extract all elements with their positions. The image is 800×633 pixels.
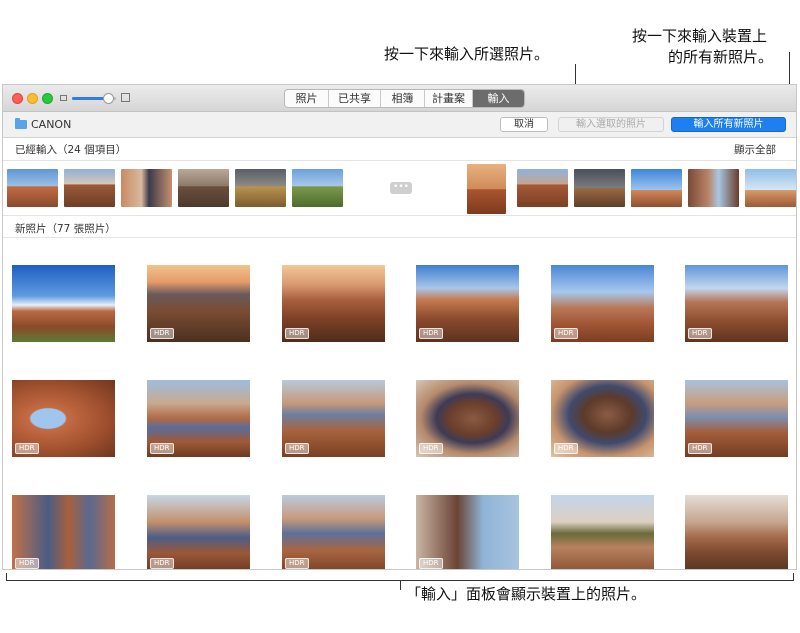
hdr-badge: HDR <box>15 558 39 569</box>
already-imported-heading: 已經輸入（24 個項目） <box>15 144 127 156</box>
photo-thumbnail[interactable]: HDR <box>282 380 385 457</box>
hdr-badge: HDR <box>285 558 309 569</box>
callout-import-all-line2: 的所有新照片。 <box>668 48 774 66</box>
hdr-badge: HDR <box>688 443 712 454</box>
callout-import-selected: 按一下來輸入所選照片。 <box>384 45 550 63</box>
photo-thumbnail[interactable]: HDR <box>685 265 788 342</box>
zoom-out-icon <box>60 95 67 101</box>
hdr-badge: HDR <box>285 328 309 339</box>
imported-thumbnail[interactable] <box>178 169 229 207</box>
hdr-badge: HDR <box>150 443 174 454</box>
tab-photos[interactable]: 照片 <box>285 90 329 107</box>
tab-import[interactable]: 輸入 <box>473 90 524 107</box>
import-selected-button[interactable]: 輸入選取的照片 <box>558 117 664 132</box>
section-divider <box>3 237 796 238</box>
import-toolbar: CANON 取消 輸入選取的照片 輸入所有新照片 <box>3 112 796 138</box>
hdr-badge: HDR <box>150 328 174 339</box>
imported-thumbnail[interactable] <box>292 169 343 207</box>
hdr-badge: HDR <box>554 443 578 454</box>
panel-bracket-tick <box>400 580 401 590</box>
hdr-badge: HDR <box>688 328 712 339</box>
title-bar: 照片 已共享 相簿 計畫案 輸入 <box>3 85 796 112</box>
already-imported-strip: ••• <box>3 160 796 216</box>
hdr-badge: HDR <box>15 443 39 454</box>
photo-thumbnail[interactable]: HDR <box>282 265 385 342</box>
show-all-link[interactable]: 顯示全部 <box>734 142 776 157</box>
photo-thumbnail[interactable] <box>551 495 654 569</box>
tab-albums[interactable]: 相簿 <box>381 90 425 107</box>
new-photos-heading: 新照片（77 張照片） <box>15 223 116 235</box>
imported-thumbnail[interactable] <box>688 169 739 207</box>
photo-thumbnail[interactable]: HDR <box>147 495 250 569</box>
ellipsis-icon[interactable]: ••• <box>390 182 412 194</box>
photo-thumbnail[interactable]: HDR <box>551 380 654 457</box>
zoom-slider-knob[interactable] <box>103 93 114 104</box>
imported-thumbnail[interactable] <box>574 169 625 207</box>
hdr-badge: HDR <box>419 558 443 569</box>
imported-thumbnail[interactable] <box>631 169 682 207</box>
hdr-badge: HDR <box>150 558 174 569</box>
hdr-badge: HDR <box>419 328 443 339</box>
photo-thumbnail[interactable] <box>685 495 788 569</box>
imported-thumbnail[interactable] <box>64 169 115 207</box>
imported-thumbnail[interactable] <box>121 169 172 207</box>
photo-thumbnail[interactable]: HDR <box>12 380 115 457</box>
photo-thumbnail[interactable]: HDR <box>551 265 654 342</box>
photo-thumbnail[interactable] <box>12 265 115 342</box>
photo-thumbnail[interactable]: HDR <box>147 380 250 457</box>
photos-window: 照片 已共享 相簿 計畫案 輸入 CANON 取消 輸入選取的照片 輸入所有新照… <box>2 84 797 570</box>
import-all-new-button[interactable]: 輸入所有新照片 <box>671 117 786 132</box>
zoom-in-icon <box>121 93 130 102</box>
view-tabs: 照片 已共享 相簿 計畫案 輸入 <box>284 89 525 108</box>
fullscreen-window-button[interactable] <box>42 93 53 104</box>
imported-thumbnail[interactable] <box>235 169 286 207</box>
hdr-badge: HDR <box>285 443 309 454</box>
photo-thumbnail[interactable]: HDR <box>685 380 788 457</box>
folder-icon <box>15 118 27 129</box>
tab-projects[interactable]: 計畫案 <box>425 90 473 107</box>
photo-thumbnail[interactable]: HDR <box>416 380 519 457</box>
imported-thumbnail[interactable] <box>517 169 568 207</box>
hdr-badge: HDR <box>554 328 578 339</box>
photo-thumbnail[interactable]: HDR <box>12 495 115 569</box>
minimize-window-button[interactable] <box>27 93 38 104</box>
photo-thumbnail[interactable]: HDR <box>416 265 519 342</box>
callout-panel: 「輸入」面板會顯示裝置上的照片。 <box>406 585 647 603</box>
callout-import-all-line1: 按一下來輸入裝置上 <box>632 27 768 45</box>
tab-shared[interactable]: 已共享 <box>329 90 381 107</box>
device-name[interactable]: CANON <box>31 118 71 131</box>
hdr-badge: HDR <box>419 443 443 454</box>
close-window-button[interactable] <box>12 93 23 104</box>
photo-thumbnail[interactable]: HDR <box>147 265 250 342</box>
imported-thumbnail[interactable] <box>7 169 58 207</box>
photo-thumbnail[interactable]: HDR <box>416 495 519 569</box>
imported-thumbnail[interactable] <box>745 169 796 207</box>
cancel-button[interactable]: 取消 <box>500 117 548 132</box>
imported-thumbnail[interactable] <box>467 164 506 214</box>
photo-thumbnail[interactable]: HDR <box>282 495 385 569</box>
